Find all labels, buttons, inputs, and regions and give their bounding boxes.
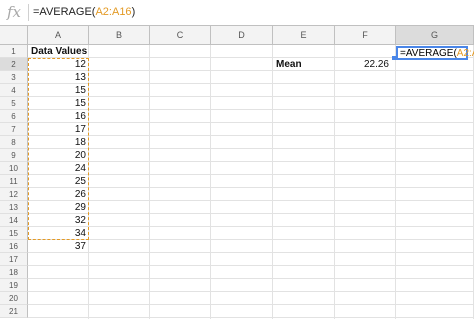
cell-a7[interactable]: 17 [28,124,86,135]
formula-suffix: ) [131,6,136,18]
grid-line [28,122,474,123]
grid-line [28,278,474,279]
cell-a8[interactable]: 18 [28,137,86,148]
formula-bar[interactable]: fx =AVERAGE(A2:A16) [0,0,474,26]
column-header-b[interactable]: B [89,26,150,45]
row-header-20[interactable]: 20 [0,292,28,305]
row-header-19[interactable]: 19 [0,279,28,292]
cell-a14[interactable]: 32 [28,215,86,226]
grid-line [28,161,474,162]
column-header-d[interactable]: D [211,26,273,45]
column-header-f[interactable]: F [335,26,396,45]
grid-line [28,109,474,110]
row-header-16[interactable]: 16 [0,240,28,253]
cell-a4[interactable]: 15 [28,85,86,96]
fx-icon: fx [7,3,22,21]
row-header-2[interactable]: 2 [0,58,28,71]
grid-line [28,70,474,71]
row-header-18[interactable]: 18 [0,266,28,279]
cell-a1-header[interactable]: Data Values [31,46,87,57]
row-header-13[interactable]: 13 [0,201,28,214]
row-header-17[interactable]: 17 [0,253,28,266]
cell-a11[interactable]: 25 [28,176,86,187]
formula-range-ref: A2:A16 [95,6,132,18]
grid-line [28,252,474,253]
row-header-15[interactable]: 15 [0,227,28,240]
row-header-12[interactable]: 12 [0,188,28,201]
row-header-11[interactable]: 11 [0,175,28,188]
grid-line [28,187,474,188]
cell-a10[interactable]: 24 [28,163,86,174]
column-header-a[interactable]: A [28,26,89,45]
grid-line [28,265,474,266]
row-header-7[interactable]: 7 [0,123,28,136]
grid-line [28,317,474,318]
cell-a2[interactable]: 12 [28,59,86,70]
row-header-21[interactable]: 21 [0,305,28,318]
formula-input[interactable]: =AVERAGE(A2:A16) [33,6,135,18]
cell-a16[interactable]: 37 [28,241,86,252]
cell-editor-text[interactable]: =AVERAGE(A2:A16) [400,48,474,59]
row-header-14[interactable]: 14 [0,214,28,227]
cell-a9[interactable]: 20 [28,150,86,161]
formula-prefix: =AVERAGE( [33,6,96,18]
cell-a5[interactable]: 15 [28,98,86,109]
grid-line [28,304,474,305]
spreadsheet-grid[interactable]: A B C D E F G 1 2 3 4 5 6 7 8 9 10 11 12… [0,26,474,319]
row-header-6[interactable]: 6 [0,110,28,123]
grid-line [28,135,474,136]
cell-a12[interactable]: 26 [28,189,86,200]
active-cell-g2-editor[interactable]: =AVERAGE(A2:A16) [396,46,474,60]
grid-line [28,213,474,214]
cell-a13[interactable]: 29 [28,202,86,213]
formula-bar-divider [28,4,29,21]
editor-range-ref: A2:A16 [456,48,474,59]
column-header-e[interactable]: E [273,26,335,45]
grid-line [28,96,474,97]
select-all-corner[interactable] [0,26,28,45]
grid-line [28,239,474,240]
cell-a15[interactable]: 34 [28,228,86,239]
row-header-4[interactable]: 4 [0,84,28,97]
grid-line [28,226,474,227]
column-header-g[interactable]: G [396,26,474,45]
grid-line [28,83,474,84]
column-header-c[interactable]: C [150,26,211,45]
grid-line [28,200,474,201]
row-header-8[interactable]: 8 [0,136,28,149]
cell-e2-label[interactable]: Mean [276,59,302,70]
row-header-5[interactable]: 5 [0,97,28,110]
grid-line [28,148,474,149]
row-header-1[interactable]: 1 [0,45,28,58]
cell-a6[interactable]: 16 [28,111,86,122]
row-header-10[interactable]: 10 [0,162,28,175]
editor-prefix: =AVERAGE( [400,48,457,59]
row-header-9[interactable]: 9 [0,149,28,162]
cell-a3[interactable]: 13 [28,72,86,83]
grid-line [28,291,474,292]
cell-f2-value[interactable]: 22.26 [331,59,389,70]
grid-line [28,174,474,175]
row-header-3[interactable]: 3 [0,71,28,84]
